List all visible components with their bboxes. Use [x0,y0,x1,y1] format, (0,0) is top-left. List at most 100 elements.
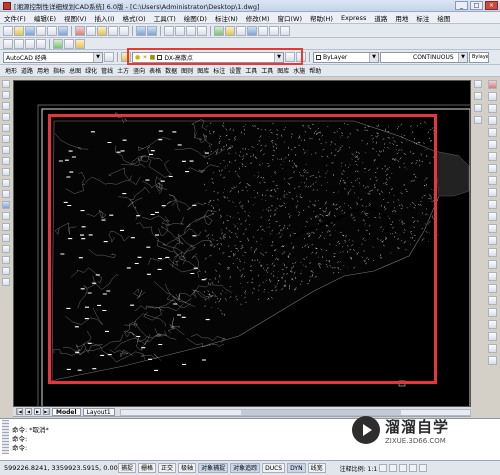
copy-object-icon[interactable] [487,92,497,101]
tool-palettes-icon[interactable] [236,25,246,36]
clean-screen-icon[interactable] [419,464,428,472]
next-tab-icon[interactable]: ▶ [34,408,41,415]
new-file-icon[interactable] [3,25,13,36]
dim-style-icon[interactable] [14,38,24,49]
dimension-icon[interactable] [474,116,482,124]
module-tab[interactable]: 数据 [163,66,179,75]
redo-icon[interactable] [147,25,157,36]
preview-icon[interactable] [47,25,57,36]
layer-tool-icon[interactable] [487,356,497,365]
osnap-toggle[interactable]: 对象捕捉 [198,463,229,473]
menu-window[interactable]: 窗口(W) [273,13,306,23]
layer-select[interactable]: ● ☀ ■ DX-高散点 ▼ [132,51,284,63]
layer-tool-icon[interactable] [75,38,85,49]
menu-help[interactable]: 帮助(H) [306,13,337,23]
copy-icon[interactable] [86,25,96,36]
module-tab[interactable]: 表格 [147,66,163,75]
close-button[interactable]: × [485,1,498,10]
construction-line-icon[interactable] [2,91,10,99]
polar-toggle[interactable]: 极轴 [178,463,197,473]
command-prompt[interactable]: 命令: [12,442,27,452]
grid-toggle[interactable]: 栅格 [138,463,157,473]
ortho-toggle[interactable]: 正交 [158,463,177,473]
ellipse-icon[interactable] [2,179,10,187]
insert-block-icon[interactable] [2,201,10,209]
workspace-settings-icon[interactable] [104,52,114,62]
ellipse-arc-icon[interactable] [2,190,10,198]
markup-icon[interactable] [258,25,268,36]
mtext-icon[interactable] [2,278,10,286]
point-icon[interactable] [2,223,10,231]
maximize-button[interactable]: □ [470,1,483,10]
module-tab[interactable]: 道路 [19,66,35,75]
layer-tool-icon[interactable] [487,296,497,305]
drawing-canvas[interactable] [13,80,471,407]
menu-road[interactable]: 道路 [370,13,391,23]
circle-icon[interactable] [2,146,10,154]
layer-properties-icon[interactable] [121,52,131,62]
menu-landuse[interactable]: 用地 [391,13,412,23]
spline-icon[interactable] [2,168,10,176]
command-window-grip[interactable] [2,420,9,454]
make-block-icon[interactable] [2,212,10,220]
dimension-icon[interactable] [474,92,482,100]
pan-icon[interactable] [164,25,174,36]
open-folder-icon[interactable] [14,25,24,36]
menu-drawing[interactable]: 绘图 [433,13,454,23]
dyn-toggle[interactable]: DYN [287,463,306,473]
lineweight-select[interactable]: Bylayer [469,51,489,63]
menu-express[interactable]: Express [337,14,370,22]
block-editor-icon[interactable] [119,25,129,36]
layer-tool-icon[interactable] [487,344,497,353]
menu-tools[interactable]: 工具(T) [150,13,180,23]
module-tab[interactable]: 指标 [51,66,67,75]
offset-icon[interactable] [487,116,497,125]
prev-tab-icon[interactable]: ◀ [25,408,32,415]
zoom-window-icon[interactable] [186,25,196,36]
arc-icon[interactable] [2,135,10,143]
extend-icon[interactable] [487,200,497,209]
break-icon[interactable] [487,224,497,233]
linetype-select[interactable]: CONTINUOUS ▼ [380,51,468,63]
rectangle-icon[interactable] [2,124,10,132]
text-style-icon[interactable] [3,38,13,49]
menu-file[interactable]: 文件(F) [0,13,30,23]
polyline-icon[interactable] [2,102,10,110]
module-tab[interactable]: 竖向 [131,66,147,75]
layer-tool-icon[interactable] [487,320,497,329]
help-icon[interactable] [280,25,290,36]
menu-annotate[interactable]: 标注 [412,13,433,23]
module-tab[interactable]: 设置 [227,66,243,75]
line-icon[interactable] [2,80,10,88]
region-icon[interactable] [2,256,10,264]
save-icon[interactable] [25,25,35,36]
mirror-icon[interactable] [487,104,497,113]
sheet-set-icon[interactable] [247,25,257,36]
module-tab[interactable]: 工具 [259,66,275,75]
last-tab-icon[interactable]: ▶| [43,408,50,415]
color-select[interactable]: ByLayer ▼ [313,51,379,63]
chamfer-icon[interactable] [487,248,497,257]
publish-icon[interactable] [58,25,68,36]
annotation-visibility-icon[interactable] [379,464,388,472]
design-center-icon[interactable] [225,25,235,36]
paste-icon[interactable] [97,25,107,36]
layer-tool-icon[interactable] [53,38,63,49]
module-tab[interactable]: 用地 [35,66,51,75]
menu-draw[interactable]: 绘图(D) [180,13,211,23]
annotation-scale[interactable]: 注释比例: 1:1 [340,464,378,473]
menu-dimension[interactable]: 标注(N) [211,13,242,23]
zoom-realtime-icon[interactable] [175,25,185,36]
break-at-point-icon[interactable] [487,212,497,221]
module-tab[interactable]: 总图 [67,66,83,75]
move-icon[interactable] [487,140,497,149]
layer-tool-icon[interactable] [487,308,497,317]
scale-icon[interactable] [487,164,497,173]
layer-tool-icon[interactable] [487,284,497,293]
multileader-style-icon[interactable] [36,38,46,49]
ducs-toggle[interactable]: DUCS [262,463,286,473]
module-tab[interactable]: 土方 [115,66,131,75]
gradient-icon[interactable] [2,245,10,253]
module-tab[interactable]: 标注 [211,66,227,75]
workspace-switch-icon[interactable] [399,464,408,472]
